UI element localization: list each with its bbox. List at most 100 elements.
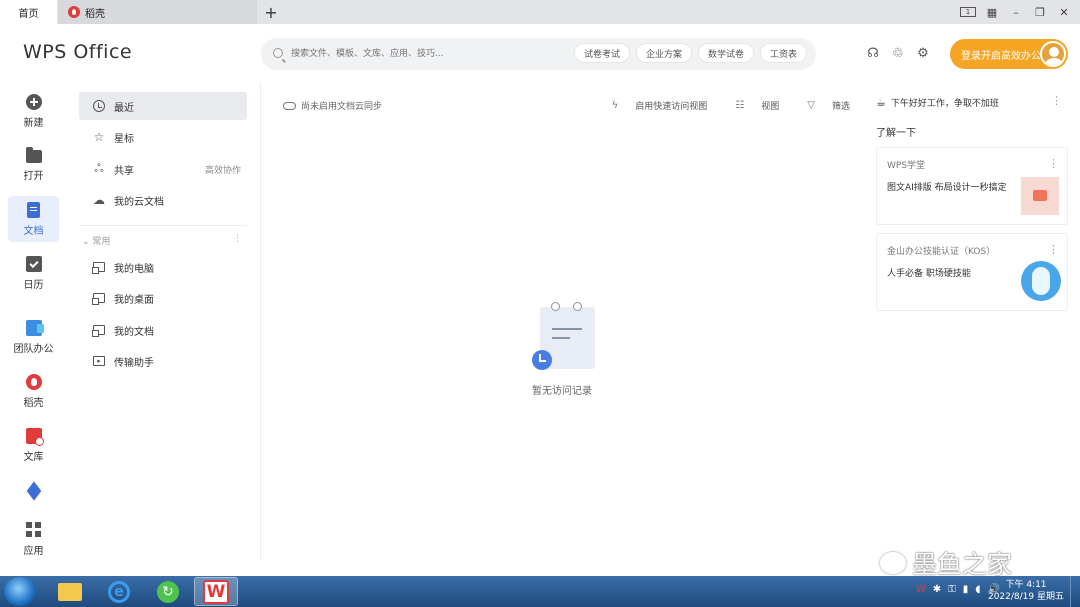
restore-button[interactable]: ❐	[1028, 0, 1052, 24]
lightning-icon: ϟ	[611, 100, 619, 111]
cloud-icon	[283, 101, 296, 110]
taskbar-wps[interactable]: W	[194, 577, 238, 606]
rail-item-calendar[interactable]: 日历	[8, 250, 59, 296]
kos-thumbnail-icon	[1021, 261, 1061, 301]
more-icon[interactable]: ⋮	[233, 234, 242, 244]
new-tab-button[interactable]: +	[262, 0, 280, 24]
layout-icon[interactable]: 1	[960, 7, 976, 17]
rail-item-label: 新建	[23, 117, 44, 129]
tray-power-icon[interactable]: ◖	[975, 584, 980, 595]
suggestion-chip[interactable]: 试卷考试	[574, 43, 631, 63]
tray-network-icon[interactable]: ▮	[963, 584, 969, 595]
filter-icon: ▽	[807, 100, 815, 111]
desktop-icon	[92, 293, 105, 305]
tray-security-icon[interactable]: ⚿	[948, 584, 956, 595]
rail-item-cube[interactable]	[8, 472, 59, 518]
daoke-logo-icon	[68, 6, 80, 18]
cloud-sync-tip[interactable]: 尚未启用文档云同步	[283, 99, 382, 112]
cloud-sync-label: 尚未启用文档云同步	[301, 102, 383, 112]
greeting-label: 下午好好工作，争取不加班	[890, 99, 999, 109]
share-icon: ஃ	[94, 161, 104, 175]
show-desktop-button[interactable]	[1070, 576, 1080, 607]
coffee-icon: ☕	[876, 96, 886, 109]
nav-my-computer[interactable]: 我的电脑	[79, 253, 247, 281]
nav-divider	[79, 225, 247, 226]
start-button[interactable]	[4, 577, 36, 606]
library-icon	[25, 427, 44, 446]
left-rail: 新建 打开 文档 日历 团队办公 稻壳 文库 应用	[0, 82, 66, 576]
filter-label: 筛选	[831, 102, 850, 112]
nav-my-computer-label: 我的电脑	[114, 263, 154, 275]
login-button[interactable]: 登录开启高效办公	[950, 39, 1068, 69]
rail-item-team[interactable]: 团队办公	[8, 314, 59, 360]
rail-item-label: 打开	[23, 171, 44, 182]
nav-cloud-docs-label: 我的云文档	[114, 196, 164, 208]
kos-card[interactable]: 金山办公技能认证（KOS） ⋮ 人手必备 职场硬技能	[876, 233, 1068, 311]
nav-group-label: 常用	[92, 237, 111, 247]
nav-my-documents[interactable]: 我的文档	[79, 316, 247, 344]
window-controls: 1 ▦ – ❐ ✕	[956, 0, 1076, 24]
taskbar-360[interactable]: ↻	[146, 577, 190, 606]
quick-view-button[interactable]: ϟ 启用快速访问视图	[598, 99, 708, 112]
main-content: 尚未启用文档云同步 ϟ 启用快速访问视图 ☷ 视图 ▽ 筛选 暂无访问记录	[262, 82, 862, 560]
more-icon[interactable]: ⋮	[1048, 243, 1059, 256]
tray-bluetooth-icon[interactable]: ✱	[933, 584, 941, 595]
rail-item-documents[interactable]: 文档	[8, 196, 59, 242]
cube-icon	[26, 485, 42, 501]
taskbar-clock[interactable]: 下午 4:11 2022/8/19 星期五	[988, 579, 1064, 603]
rail-item-open[interactable]: 打开	[8, 142, 59, 188]
view-button[interactable]: ☷ 视图	[721, 99, 779, 112]
document-icon	[27, 201, 40, 218]
nav-group-frequent[interactable]: ⌄ 常用 ⋮	[82, 234, 242, 247]
search-input[interactable]	[291, 46, 561, 62]
apps-icon	[25, 521, 42, 538]
nav-my-documents-label: 我的文档	[114, 326, 154, 338]
suggestion-chip[interactable]: 工资表	[760, 43, 808, 63]
search-bar[interactable]: 试卷考试 企业方案 数学试卷 工资表	[261, 38, 816, 70]
nav-transfer-label: 传输助手	[114, 357, 154, 369]
rail-item-label: 日历	[23, 279, 44, 291]
taskbar-explorer[interactable]	[48, 577, 92, 606]
search-suggestions: 试卷考试 企业方案 数学试卷 工资表	[574, 43, 813, 63]
tab-daoke[interactable]: 稻壳	[58, 0, 257, 24]
nav-my-desktop[interactable]: 我的桌面	[79, 284, 247, 312]
close-button[interactable]: ✕	[1052, 0, 1076, 24]
rail-item-apps[interactable]: 应用	[8, 516, 59, 562]
suggestion-chip[interactable]: 数学试卷	[698, 43, 755, 63]
nav-transfer[interactable]: ▸ 传输助手	[79, 347, 247, 375]
greeting: ☕ 下午好好工作，争取不加班	[876, 96, 999, 109]
ie-icon: e	[108, 580, 130, 603]
nav-shared[interactable]: ஃ 共享 高效协作	[79, 155, 247, 183]
system-tray: W ✱ ⚿ ▮ ◖ 🔊	[909, 584, 1000, 595]
nav-starred[interactable]: ☆ 星标	[79, 123, 247, 151]
rail-item-new[interactable]: 新建	[8, 88, 59, 134]
tab-daoke-label: 稻壳	[85, 8, 105, 20]
wechat-logo-icon	[880, 552, 906, 574]
headset-icon[interactable]: ☊	[864, 44, 882, 62]
nav-my-desktop-label: 我的桌面	[114, 294, 154, 306]
wps-academy-card[interactable]: WPS学堂 ⋮ 图文AI排版 布局设计一秒搞定	[876, 147, 1068, 225]
tab-home[interactable]: 首页	[0, 0, 57, 24]
nav-recent[interactable]: 最近	[79, 92, 247, 120]
rail-item-label: 团队办公	[13, 343, 54, 355]
suggestion-chip[interactable]: 企业方案	[636, 43, 693, 63]
more-icon[interactable]: ⋮	[1048, 157, 1059, 170]
wps-icon: W	[203, 579, 229, 604]
card-title: 金山办公技能认证（KOS）	[887, 247, 996, 257]
tray-wps-icon[interactable]: W	[916, 584, 926, 595]
learn-more-heading: 了解一下	[876, 128, 916, 139]
new-icon	[25, 93, 42, 110]
minimize-button[interactable]: –	[1004, 0, 1028, 24]
taskbar-ie[interactable]: e	[97, 577, 141, 606]
grid-icon[interactable]: ▦	[980, 0, 1004, 24]
tab-home-label: 首页	[18, 8, 39, 20]
filter-button[interactable]: ▽ 筛选	[793, 99, 850, 112]
nav-cloud-docs[interactable]: ☁ 我的云文档	[79, 186, 247, 214]
gear-icon[interactable]: ⚙	[914, 44, 932, 62]
empty-state: 暂无访问记录	[517, 292, 607, 397]
calendar-icon	[25, 255, 42, 272]
skin-icon[interactable]: ♲	[889, 44, 907, 62]
more-icon[interactable]: ⋮	[1051, 94, 1062, 107]
rail-item-library[interactable]: 文库	[8, 422, 59, 468]
rail-item-daoke[interactable]: 稻壳	[8, 368, 59, 414]
